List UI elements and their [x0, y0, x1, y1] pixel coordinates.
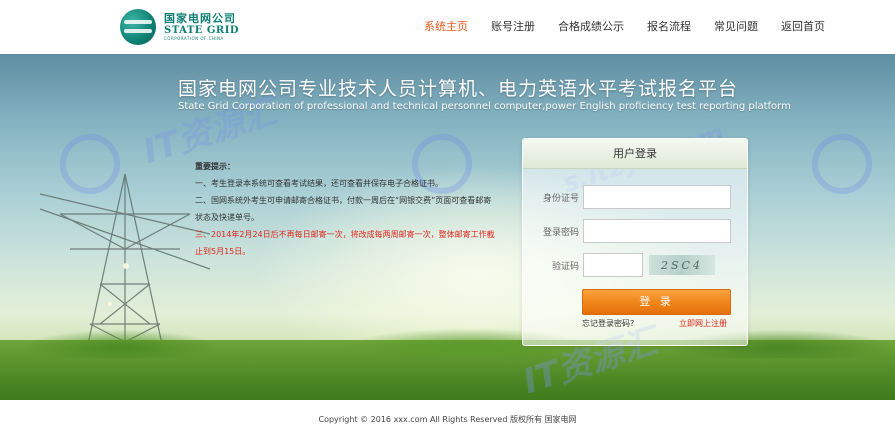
- nav-item-home[interactable]: 系统主页: [424, 18, 468, 34]
- captcha-label: 验证码: [551, 261, 579, 272]
- captcha-image[interactable]: 2SC4: [649, 255, 715, 275]
- captcha-row: 验证码 2SC4: [523, 253, 715, 277]
- watermark-circle-icon: [60, 134, 120, 194]
- nav-item-process[interactable]: 报名流程: [647, 18, 691, 34]
- login-button[interactable]: 登 录: [582, 289, 731, 315]
- nav-item-results[interactable]: 合格成绩公示: [558, 18, 624, 34]
- notice-item: 二、国网系统外考生可申请邮寄合格证书，付款一周后在“网银交费”页面可查看邮寄状态…: [195, 196, 492, 222]
- logo-sub-en: CORPORATION OF CHINA: [164, 36, 224, 41]
- footer: Copyright © 2016 xxx.com All Rights Rese…: [0, 400, 895, 440]
- logo-name-cn: 国家电网公司: [164, 12, 236, 25]
- id-number-label: 身份证号: [542, 193, 579, 204]
- password-label: 登录密码: [542, 227, 579, 238]
- login-title: 用户登录: [523, 139, 747, 169]
- password-row: 登录密码: [523, 219, 731, 243]
- watermark-circle-icon: [812, 134, 872, 194]
- nav-item-register[interactable]: 账号注册: [491, 18, 535, 34]
- forgot-password-link[interactable]: 忘记登录密码?: [582, 318, 634, 329]
- login-panel: 用户登录 身份证号 登录密码 验证码 2SC4 登 录 忘记登录密码? 立即网上…: [522, 138, 748, 346]
- nav-item-faq[interactable]: 常见问题: [714, 18, 758, 34]
- hero-banner: IT资源汇 s.itzyh.com IT资源汇 国家电网公司专业技术人员计算机、…: [0, 54, 895, 400]
- nav-item-back-home[interactable]: 返回首页: [781, 18, 825, 34]
- notice-alert: 三、2014年2月24日后不再每日邮寄一次，将改成每两周邮寄一次，整体邮寄工作截…: [195, 230, 495, 256]
- register-link[interactable]: 立即网上注册: [679, 318, 727, 329]
- main-nav: 系统主页 账号注册 合格成绩公示 报名流程 常见问题 返回首页: [424, 18, 848, 34]
- logo-name-en: STATE GRID: [164, 25, 240, 36]
- header: 国家电网公司 STATE GRID CORPORATION OF CHINA 系…: [0, 0, 895, 54]
- grass-bushes: [0, 318, 895, 358]
- page-subtitle: State Grid Corporation of professional a…: [178, 101, 791, 112]
- state-grid-logo[interactable]: 国家电网公司 STATE GRID CORPORATION OF CHINA: [120, 7, 239, 47]
- logo-text: 国家电网公司 STATE GRID CORPORATION OF CHINA: [164, 13, 239, 41]
- captcha-input[interactable]: [583, 253, 643, 277]
- notice-item: 一、考生登录本系统可查看考试结果，还可查看并保存电子合格证书。: [195, 179, 443, 188]
- copyright-text: Copyright © 2016 xxx.com All Rights Rese…: [318, 415, 577, 424]
- id-number-input[interactable]: [583, 185, 731, 209]
- page-title: 国家电网公司专业技术人员计算机、电力英语水平考试报名平台: [178, 78, 739, 100]
- password-input[interactable]: [583, 219, 731, 243]
- important-notice: 重要提示： 一、考生登录本系统可查看考试结果，还可查看并保存电子合格证书。 二、…: [195, 158, 495, 260]
- notice-heading: 重要提示：: [195, 162, 235, 171]
- state-grid-emblem-icon: [120, 9, 156, 45]
- id-number-row: 身份证号: [523, 185, 731, 209]
